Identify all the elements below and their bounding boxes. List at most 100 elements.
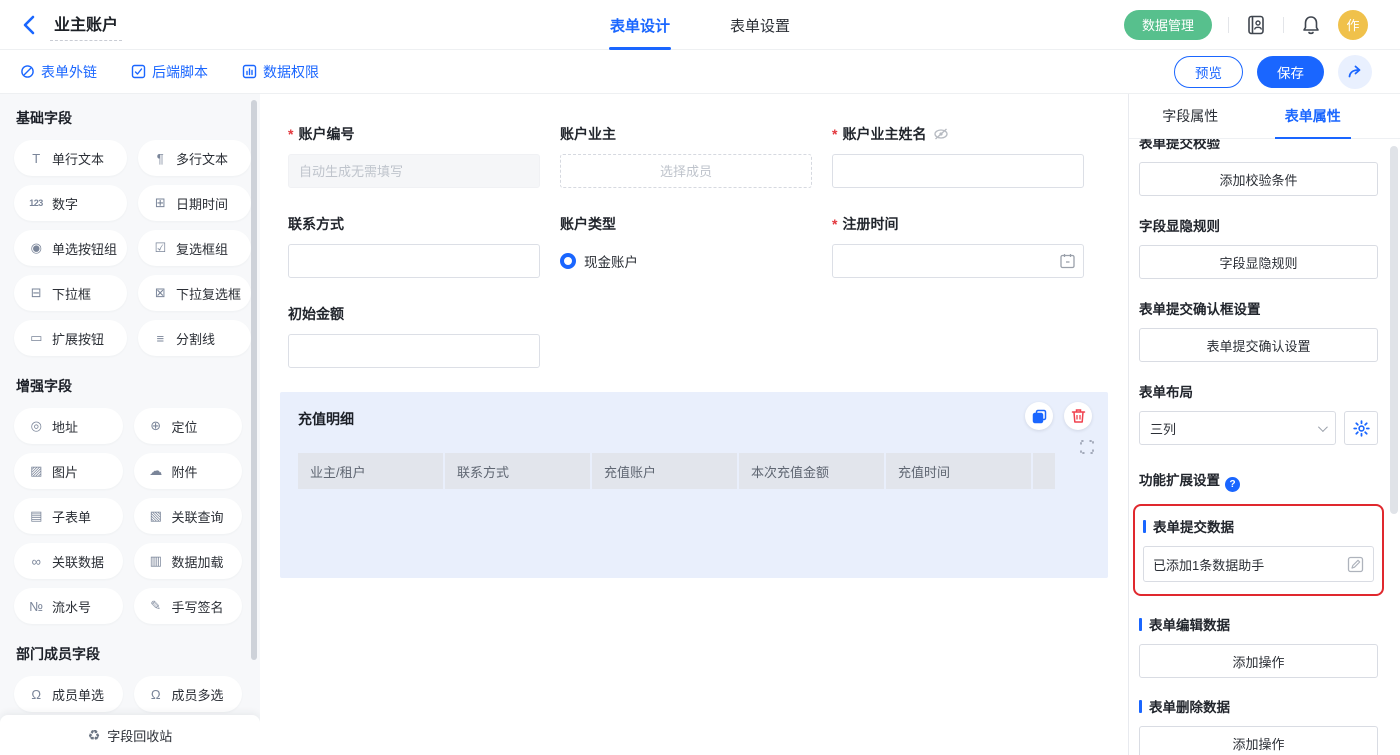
back-button[interactable]	[18, 12, 42, 38]
delete-button[interactable]	[1064, 402, 1092, 430]
panel-scrollbar[interactable]	[1390, 146, 1398, 514]
field-label: 注册时间	[842, 214, 898, 234]
notification-bell-icon[interactable]	[1300, 14, 1322, 36]
save-button[interactable]: 保存	[1257, 56, 1324, 88]
data-permission-button[interactable]: 数据权限	[242, 62, 319, 82]
sidebar-item-multi-line-text[interactable]: ¶ 多行文本	[138, 140, 251, 176]
account-owner-field[interactable]: 账户业主	[560, 124, 812, 188]
sidebar-item-label: 单行文本	[52, 149, 104, 168]
related-data-icon: ∞	[27, 554, 45, 569]
external-link-button[interactable]: 表单外链	[20, 62, 97, 82]
account-number-input[interactable]	[288, 154, 540, 188]
copy-button[interactable]	[1025, 402, 1053, 430]
sidebar-scrollbar[interactable]	[251, 100, 257, 660]
field-label: 账户类型	[560, 214, 616, 234]
sidebar-item-member-multi[interactable]: Ω 成员多选	[134, 676, 243, 712]
sidebar-item-attachment[interactable]: ☁ 附件	[134, 453, 243, 489]
sidebar-item-datetime[interactable]: ⊞ 日期时间	[138, 185, 251, 221]
account-owner-name-field[interactable]: * 账户业主姓名	[832, 124, 1084, 188]
sidebar-item-dropdown[interactable]: ⊟ 下拉框	[14, 275, 127, 311]
eye-hidden-icon	[933, 127, 949, 141]
radio-option-label[interactable]: 现金账户	[584, 251, 638, 271]
copy-icon	[1032, 409, 1047, 424]
user-avatar[interactable]: 作	[1338, 10, 1368, 40]
register-time-input[interactable]	[832, 244, 1084, 278]
edit-data-add-button[interactable]: 添加操作	[1139, 644, 1378, 678]
submit-data-value[interactable]: 已添加1条数据助手	[1143, 546, 1374, 582]
sidebar-item-radio-group[interactable]: ◉ 单选按钮组	[14, 230, 127, 266]
required-asterisk: *	[832, 126, 837, 142]
sidebar-item-extension-button[interactable]: ▭ 扩展按钮	[14, 320, 127, 356]
radio-selected[interactable]	[560, 253, 576, 269]
sidebar-item-serial-number[interactable]: № 流水号	[14, 588, 123, 624]
data-manage-button[interactable]: 数据管理	[1124, 10, 1212, 40]
form-layout-label: 表单布局	[1139, 381, 1378, 401]
radio-icon: ◉	[27, 240, 45, 256]
sidebar-item-related-query[interactable]: ▧ 关联查询	[134, 498, 243, 534]
initial-amount-input[interactable]	[288, 334, 540, 368]
sidebar-item-single-line-text[interactable]: T 单行文本	[14, 140, 127, 176]
account-number-field[interactable]: * 账户编号	[288, 124, 540, 188]
sidebar-item-label: 分割线	[176, 329, 215, 348]
share-button[interactable]	[1338, 55, 1372, 89]
extension-button-icon: ▭	[27, 330, 45, 346]
subform-recharge-detail[interactable]: 充值明细	[280, 392, 1108, 578]
account-type-field[interactable]: 账户类型 现金账户	[560, 214, 812, 278]
dropdown-icon: ⊟	[27, 285, 45, 301]
sidebar-item-member-single[interactable]: Ω 成员单选	[14, 676, 123, 712]
sidebar-item-related-data[interactable]: ∞ 关联数据	[14, 543, 123, 579]
layout-gear-button[interactable]	[1344, 411, 1378, 445]
sidebar-item-label: 日期时间	[176, 194, 228, 213]
recycle-bin-label: 字段回收站	[107, 726, 172, 745]
tab-field-properties[interactable]: 字段属性	[1129, 94, 1252, 138]
contact-field[interactable]: 联系方式	[288, 214, 540, 278]
sidebar-item-data-load[interactable]: ▥ 数据加载	[134, 543, 243, 579]
edit-pencil-icon[interactable]	[1347, 556, 1364, 573]
edit-data-text: 表单编辑数据	[1149, 614, 1230, 634]
initial-amount-field[interactable]: 初始金额	[288, 304, 540, 368]
submit-confirm-button[interactable]: 表单提交确认设置	[1139, 328, 1378, 362]
sidebar-item-label: 流水号	[52, 597, 91, 616]
sidebar-item-image[interactable]: ▨ 图片	[14, 453, 123, 489]
delete-data-add-button[interactable]: 添加操作	[1139, 726, 1378, 755]
sidebar-item-subform[interactable]: ▤ 子表单	[14, 498, 123, 534]
field-recycle-bin-button[interactable]: ♻ 字段回收站	[0, 715, 260, 755]
sidebar-item-label: 图片	[52, 462, 78, 481]
account-owner-input[interactable]	[560, 154, 812, 188]
register-time-field[interactable]: * 注册时间	[832, 214, 1084, 278]
subform-title: 充值明细	[298, 409, 1090, 429]
add-validation-button[interactable]: 添加校验条件	[1139, 162, 1378, 196]
tab-form-design[interactable]: 表单设计	[610, 0, 670, 50]
sidebar-item-number[interactable]: 123 数字	[14, 185, 127, 221]
layout-select[interactable]: 三列	[1139, 411, 1336, 445]
toolbar-link-label: 数据权限	[263, 62, 319, 82]
calendar-icon	[1060, 253, 1075, 269]
preview-button[interactable]: 预览	[1174, 56, 1243, 88]
field-visibility-button[interactable]: 字段显隐规则	[1139, 245, 1378, 279]
account-owner-name-input[interactable]	[832, 154, 1084, 188]
sidebar-item-dropdown-multi[interactable]: ⊠ 下拉复选框	[138, 275, 251, 311]
sidebar-item-divider[interactable]: ≡ 分割线	[138, 320, 251, 356]
blue-bar-marker	[1139, 618, 1142, 631]
expand-icon[interactable]	[1080, 440, 1094, 459]
sidebar-item-label: 复选框组	[176, 239, 228, 258]
data-load-chart-icon: ▥	[147, 553, 165, 569]
help-question-icon[interactable]: ?	[1225, 477, 1240, 492]
chevron-down-icon	[1318, 422, 1328, 432]
divider	[1228, 17, 1229, 33]
field-label: 初始金额	[288, 304, 344, 324]
tab-form-properties[interactable]: 表单属性	[1252, 94, 1375, 138]
sidebar-item-label: 地址	[52, 417, 78, 436]
recycle-icon: ♻	[88, 727, 101, 744]
contact-input[interactable]	[288, 244, 540, 278]
sidebar-item-checkbox-group[interactable]: ☑ 复选框组	[138, 230, 251, 266]
backend-script-button[interactable]: 后端脚本	[131, 62, 208, 82]
sidebar-item-signature[interactable]: ✎ 手写签名	[134, 588, 243, 624]
address-pin-icon: ◎	[27, 418, 45, 434]
tab-form-settings[interactable]: 表单设置	[730, 0, 790, 50]
contacts-book-icon[interactable]	[1245, 14, 1267, 36]
sidebar-item-address[interactable]: ◎ 地址	[14, 408, 123, 444]
sidebar-item-label: 扩展按钮	[52, 329, 104, 348]
page-title[interactable]: 业主账户	[50, 9, 122, 41]
sidebar-item-location[interactable]: ⊕ 定位	[134, 408, 243, 444]
